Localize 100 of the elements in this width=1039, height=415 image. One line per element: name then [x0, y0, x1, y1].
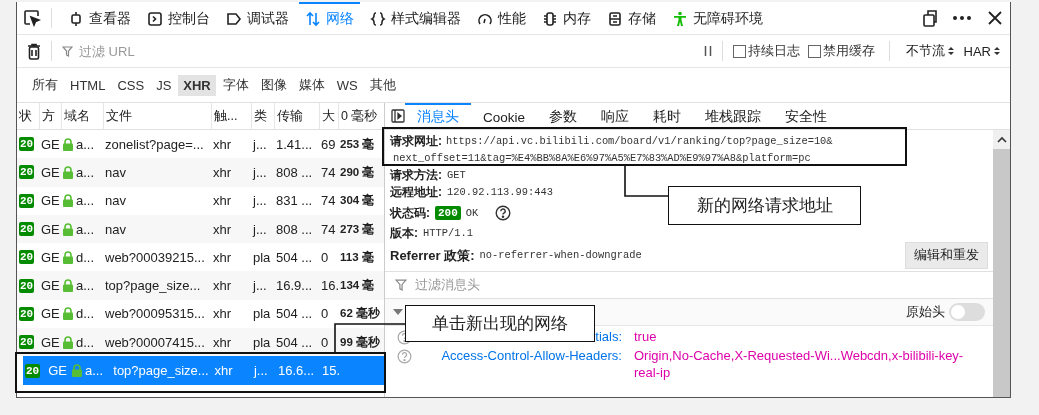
type-filter[interactable]: XHR [178, 74, 216, 96]
collapse-triangle-icon[interactable] [393, 309, 403, 315]
table-cell: 69 [321, 136, 336, 152]
column-header[interactable]: 状 [17, 103, 39, 129]
column-header[interactable]: 方 [39, 103, 61, 129]
request-row[interactable]: 20 GE a... top?page_size... xhr j... 16.9... 16.134 毫 [17, 271, 384, 300]
header-filter-field[interactable]: 过滤消息头 [413, 277, 993, 293]
checkbox-label: 持续日志 [747, 42, 800, 60]
url-filter-field[interactable]: 过滤 URL [77, 42, 700, 60]
tool-tab[interactable]: 内存 [536, 2, 597, 34]
type-filter[interactable]: 媒体 [293, 73, 330, 97]
table-cell: 74 [321, 164, 336, 180]
field-label: Referrer 政策: [390, 247, 475, 264]
type-filter[interactable]: 字体 [217, 73, 254, 97]
updown-arrows-icon [305, 11, 321, 27]
table-cell: xhr [214, 363, 233, 378]
lock-icon [63, 307, 73, 321]
tool-tab[interactable]: 无障碍环境 [666, 2, 769, 34]
field-label: 请求方法: [390, 167, 442, 184]
table-cell: GE [48, 363, 67, 378]
header-value: Origin,No-Cache,X-Requested-Wi...Webcdn,x-bilibili-key-real-ip [634, 347, 965, 381]
lock-icon [63, 222, 73, 236]
column-header[interactable]: 文件 [103, 103, 211, 129]
detail-tab[interactable]: 参数 [537, 103, 590, 129]
table-cell: GE [41, 306, 60, 322]
more-icon[interactable] [952, 15, 972, 21]
throttle-select[interactable]: 不节流 [905, 42, 954, 60]
request-row[interactable]: 20 GE a... top?page_size... xhr j... 16.6... 15. [23, 356, 384, 385]
detail-tab[interactable]: 堆栈跟踪 [693, 103, 774, 129]
table-cell: GE [41, 193, 60, 209]
table-cell: GE [41, 164, 60, 180]
column-header[interactable]: 传输 [274, 103, 319, 129]
header-value: true [634, 328, 658, 345]
tool-tab[interactable]: 查看器 [62, 2, 137, 34]
close-icon[interactable] [988, 11, 1002, 25]
braces-icon [370, 11, 386, 27]
type-filter[interactable]: JS [151, 74, 177, 96]
callout-label: 新的网络请求地址 [668, 186, 861, 225]
table-cell: 504 ... [276, 334, 313, 350]
table-cell: 0 [321, 334, 329, 350]
detail-tab[interactable]: Cookie [471, 103, 538, 129]
status-badge: 20 [19, 250, 35, 265]
column-header[interactable]: 0 毫秒 [338, 103, 384, 129]
type-filter[interactable]: HTML [65, 74, 111, 96]
column-header[interactable]: 域名 [61, 103, 103, 129]
table-cell: pla [253, 249, 271, 265]
raw-headers-toggle[interactable] [949, 303, 985, 321]
checkbox[interactable] [807, 44, 821, 58]
table-cell: 15. [322, 363, 341, 378]
table-cell: j... [253, 221, 267, 237]
tool-tab[interactable]: 样式编辑器 [364, 2, 467, 34]
table-cell: xhr [213, 164, 232, 180]
table-cell: xhr [213, 334, 232, 350]
checkbox[interactable] [732, 44, 746, 58]
table-cell: 831 ... [276, 193, 313, 209]
column-header[interactable]: 触... [211, 103, 251, 129]
table-cell: zonelist?page=... [105, 136, 204, 152]
table-cell: nav [105, 164, 126, 180]
detail-tab[interactable]: 耗时 [641, 103, 694, 129]
help-icon[interactable] [495, 205, 512, 221]
tool-tab[interactable]: 网络 [299, 2, 360, 34]
detail-tab[interactable]: 安全性 [773, 103, 840, 129]
pause-icon[interactable] [703, 45, 712, 57]
type-filter[interactable]: 图像 [255, 73, 292, 97]
column-header[interactable]: 类 [251, 103, 274, 129]
tool-tab[interactable]: 性能 [471, 2, 532, 34]
table-cell: j... [254, 363, 268, 378]
table-cell: GE [41, 136, 60, 152]
table-cell: d... [76, 249, 95, 265]
scroll-up-icon[interactable] [996, 136, 1007, 143]
cursor-icon[interactable] [23, 9, 41, 27]
request-row[interactable]: 20 GE d... web?00007415... xhr pla 504 ... 0 99 毫秒 [17, 328, 384, 357]
dock-icon[interactable] [922, 9, 938, 27]
tool-tab[interactable]: 存储 [601, 2, 662, 34]
table-cell: pla [253, 334, 271, 350]
detail-tab[interactable]: 消息头 [405, 103, 471, 129]
request-url: next_offset=11&tag=%E4%BB%8A%E6%97%A5%E7%83%AD%E9%97%A8&platform=pc [393, 151, 812, 166]
type-filter[interactable]: CSS [112, 74, 150, 96]
type-filter[interactable]: 所有 [27, 73, 63, 97]
trash-icon[interactable] [27, 42, 41, 60]
scrollbar[interactable] [993, 130, 1010, 397]
detail-tab[interactable]: 响应 [589, 103, 642, 129]
har-menu[interactable]: HAR [963, 43, 1000, 59]
table-cell: top?page_size... [113, 363, 209, 378]
request-row[interactable]: 20 GE a... nav xhr j... 808 ... 74 273 毫 [17, 214, 384, 244]
lock-icon [71, 364, 82, 377]
request-row[interactable]: 20 GE a... nav xhr j... 808 ... 74 290 毫 [17, 158, 384, 187]
tool-tab[interactable]: 调试器 [220, 2, 295, 34]
toggle-label: 原始头 [906, 303, 945, 321]
resend-button[interactable]: 编辑和重发 [905, 242, 988, 269]
column-header[interactable]: 大 [319, 103, 338, 129]
table-cell: 504 ... [276, 249, 313, 265]
type-filter[interactable]: WS [331, 74, 363, 96]
type-filter[interactable]: 其他 [364, 73, 401, 97]
tool-tab[interactable]: 控制台 [141, 2, 216, 34]
status-badge: 20 [19, 306, 35, 321]
panel-toggle-icon[interactable] [391, 109, 405, 123]
table-cell: xhr [213, 249, 232, 265]
table-cell: a... [76, 221, 95, 237]
table-cell: web?00007415... [105, 334, 205, 350]
